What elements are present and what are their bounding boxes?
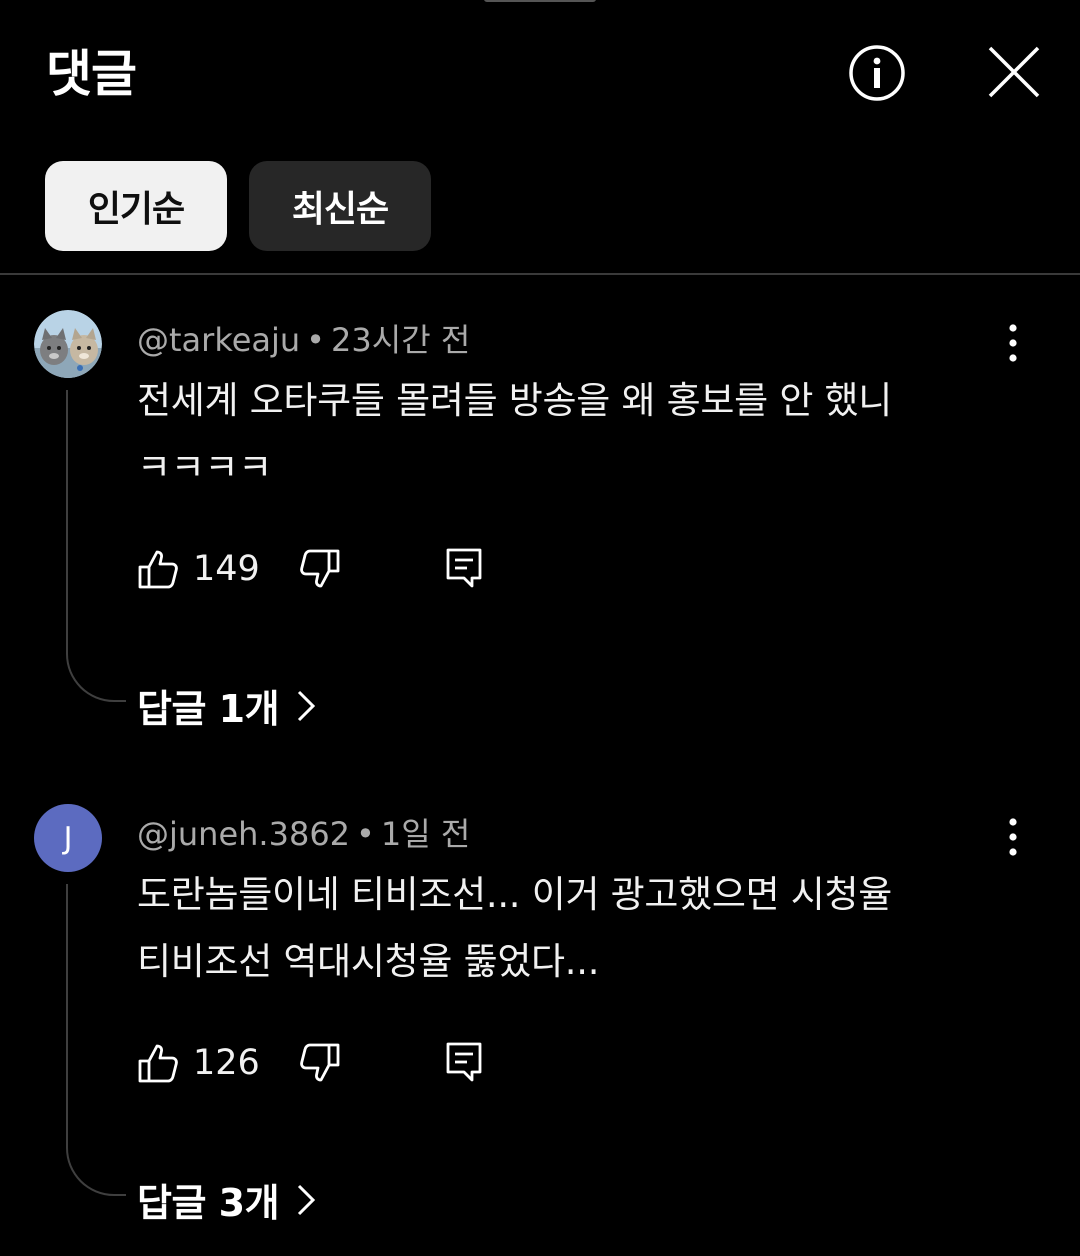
comment-actions: 149	[137, 544, 487, 594]
close-icon	[988, 46, 1040, 98]
comment-author[interactable]: @juneh.3862	[137, 815, 350, 853]
comment-more-button[interactable]	[996, 318, 1030, 368]
drag-handle[interactable]	[484, 0, 596, 2]
chevron-right-icon	[298, 1184, 316, 1215]
chevron-right-icon	[298, 690, 316, 721]
sort-chip-popular[interactable]: 인기순	[45, 161, 227, 251]
reply-thread-line	[66, 390, 126, 702]
more-vert-icon	[1009, 324, 1017, 362]
cats-avatar-image	[34, 310, 102, 378]
comment-time: 23시간 전	[331, 321, 471, 359]
like-count: 149	[193, 549, 260, 589]
avatar[interactable]: J	[34, 804, 102, 872]
comment-more-button[interactable]	[996, 812, 1030, 862]
view-replies-link[interactable]: 답글 1개	[137, 678, 319, 733]
comment-text-line: 티비조선 역대시청율 뚫었다...	[137, 940, 600, 983]
replies-count-label: 답글 3개	[137, 1181, 280, 1225]
avatar[interactable]	[34, 310, 102, 378]
dislike-button[interactable]	[297, 1041, 341, 1085]
comment-text-line: ㅋㅋㅋㅋ	[137, 446, 272, 489]
comment-author[interactable]: @tarkeaju	[137, 321, 300, 359]
dislike-button[interactable]	[297, 547, 341, 591]
comment-text: 전세계 오타쿠들 몰려들 방송을 왜 홍보를 안 했니 ㅋㅋㅋㅋ	[137, 367, 1007, 501]
replies-count-label: 답글 1개	[137, 687, 280, 731]
thumbs-down-icon	[300, 549, 340, 588]
comment-meta: @juneh.3862 • 1일 전	[137, 815, 471, 853]
sort-chip-newest[interactable]: 최신순	[249, 161, 431, 251]
comment-actions: 126	[137, 1038, 487, 1088]
comment-text-line: 도란놈들이네 티비조선... 이거 광고했으면 시청율	[137, 873, 893, 916]
like-button[interactable]	[137, 547, 181, 591]
panel-title: 댓글	[46, 45, 137, 103]
comment-reply-icon	[446, 1042, 482, 1082]
comment-meta: @tarkeaju • 23시간 전	[137, 321, 471, 359]
like-count: 126	[193, 1043, 260, 1083]
view-replies-link[interactable]: 답글 3개	[137, 1172, 319, 1227]
thumbs-up-icon	[138, 550, 178, 589]
reply-button[interactable]	[443, 1041, 487, 1085]
thumbs-down-icon	[300, 1043, 340, 1082]
comment-time: 1일 전	[380, 815, 471, 853]
reply-button[interactable]	[443, 547, 487, 591]
comment-reply-icon	[446, 548, 482, 588]
comment-text-line: 전세계 오타쿠들 몰려들 방송을 왜 홍보를 안 했니	[137, 379, 893, 422]
info-icon	[849, 45, 905, 101]
reply-thread-line	[66, 884, 126, 1196]
like-button[interactable]	[137, 1041, 181, 1085]
close-button[interactable]	[982, 40, 1046, 104]
header-divider	[0, 273, 1080, 275]
comment-text: 도란놈들이네 티비조선... 이거 광고했으면 시청율 티비조선 역대시청율 뚫…	[137, 861, 1007, 995]
thumbs-up-icon	[138, 1044, 178, 1083]
more-vert-icon	[1009, 818, 1017, 856]
info-button[interactable]	[846, 42, 908, 104]
